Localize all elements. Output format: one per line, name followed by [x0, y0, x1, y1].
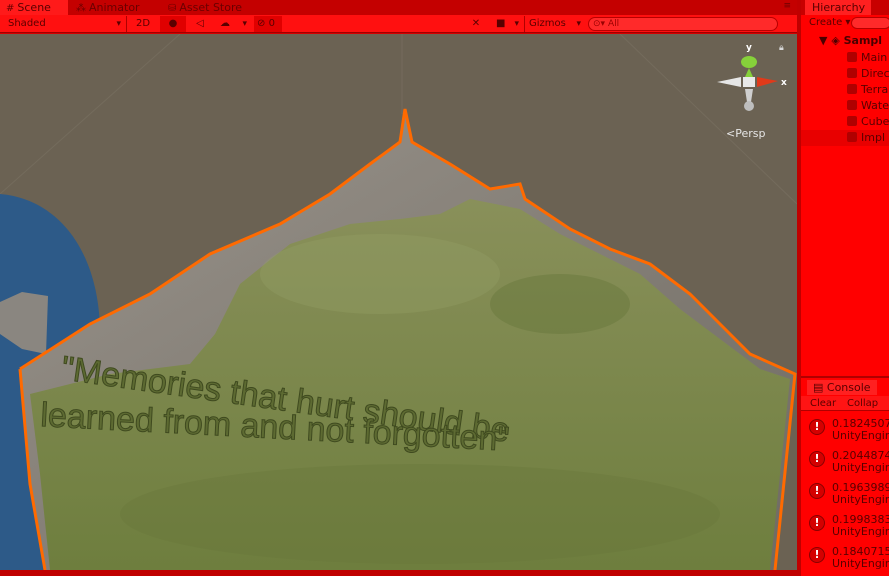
- toolbar-divider: [126, 16, 127, 32]
- scene-root-item[interactable]: ▼ ◈ Sampl: [819, 34, 882, 47]
- scene-search-input[interactable]: ⊙▾ All: [588, 17, 778, 31]
- error-icon: !: [809, 419, 825, 435]
- projection-toggle[interactable]: <Persp: [726, 127, 765, 140]
- error-icon: !: [809, 451, 825, 467]
- scene-window: #Scene ⁂Animator ⛁Asset Store ≡ Shaded 2…: [0, 0, 797, 576]
- effects-icon: ☁: [220, 18, 230, 29]
- hierarchy-item[interactable]: Main: [847, 50, 887, 66]
- collapse-button[interactable]: Collap: [847, 396, 878, 411]
- console-log-entry[interactable]: ! 0.1840715 UnityEngin: [801, 542, 889, 574]
- create-dropdown[interactable]: Create ▾: [809, 16, 850, 30]
- scene-render: "Memories that hurt should be learned fr…: [0, 34, 797, 570]
- gameobject-icon: [847, 84, 857, 94]
- lighting-toggle[interactable]: ●: [160, 16, 186, 32]
- tab-hierarchy[interactable]: ≡ Hierarchy: [805, 0, 872, 15]
- error-icon: !: [809, 483, 825, 499]
- gizmo-x-label: x: [781, 78, 787, 88]
- gameobject-icon: [847, 52, 857, 62]
- console-log-entry[interactable]: ! 0.1824507 UnityEngin: [801, 414, 889, 446]
- scene-tabbar: # Scene ⁂ Animator ⛁ Asset Store ≡: [0, 0, 797, 15]
- console-icon: ▤: [813, 381, 827, 394]
- gameobject-icon: [847, 100, 857, 110]
- hidden-eye-icon: ⊘: [257, 18, 266, 29]
- tab-animator[interactable]: ⁂ Animator: [70, 0, 160, 15]
- scene-toolbar: Shaded 2D ● ◁ ☁ ⊘ 0 ✕ ■ Gizmos ⊙▾ All: [0, 15, 797, 33]
- window-menu-icon[interactable]: ≡: [783, 1, 791, 11]
- unity-scene-icon: ◈: [831, 34, 840, 47]
- gizmo-neg-y-axis[interactable]: [745, 89, 753, 102]
- error-icon: !: [809, 515, 825, 531]
- console-toolbar: Clear Collap: [801, 396, 889, 411]
- hierarchy-item-selected[interactable]: Impl: [801, 130, 889, 146]
- effects-dropdown[interactable]: ☁: [214, 16, 250, 32]
- console-log-entry[interactable]: ! 0.2044874 UnityEngin: [801, 446, 889, 478]
- gizmos-dropdown[interactable]: Gizmos: [526, 16, 584, 32]
- hierarchy-panel: ≡ Hierarchy Create ▾ ▼ ◈ Sampl Main Dire…: [801, 0, 889, 376]
- hierarchy-item[interactable]: Wate: [847, 98, 889, 114]
- wrench-icon: ✕: [471, 18, 481, 29]
- hierarchy-search-input[interactable]: [851, 17, 889, 29]
- camera-dropdown[interactable]: ■: [492, 16, 522, 32]
- console-log-entry[interactable]: ! 0.1963989 UnityEngin: [801, 478, 889, 510]
- toggle-2d-button[interactable]: 2D: [130, 16, 156, 32]
- gizmo-neg-x-axis[interactable]: [717, 77, 741, 87]
- console-log-entry[interactable]: ! 0.1998383 UnityEngin: [801, 510, 889, 542]
- tab-console[interactable]: ▤ Console: [807, 380, 877, 395]
- draw-mode-dropdown[interactable]: Shaded: [2, 16, 124, 32]
- expand-arrow-icon: ▼: [819, 34, 828, 47]
- clear-button[interactable]: Clear: [810, 396, 836, 411]
- gameobject-icon: [847, 68, 857, 78]
- scene-viewport[interactable]: "Memories that hurt should be learned fr…: [0, 34, 797, 570]
- toolbar-divider: [524, 16, 525, 32]
- gizmo-y-label: y: [746, 43, 752, 53]
- hierarchy-item[interactable]: Cube: [847, 114, 889, 130]
- tools-button[interactable]: ✕: [467, 16, 485, 32]
- tab-asset-store[interactable]: ⛁ Asset Store: [162, 0, 262, 15]
- asset-store-icon: ⛁: [168, 3, 177, 14]
- gameobject-icon: [847, 132, 857, 142]
- scene-icon: #: [6, 3, 15, 14]
- console-panel: ▤ Console Clear Collap ! 0.1824507 Unity…: [801, 376, 889, 576]
- gizmo-y-axis[interactable]: [741, 56, 757, 68]
- animator-icon: ⁂: [76, 3, 86, 14]
- persp-icon: <: [726, 127, 736, 140]
- scene-bottom-border: [0, 570, 797, 576]
- hierarchy-item[interactable]: Terra: [847, 82, 888, 98]
- gizmo-center-cube[interactable]: [743, 77, 755, 87]
- hierarchy-item[interactable]: Direc: [847, 66, 889, 82]
- speaker-icon: ◁: [196, 18, 204, 29]
- lightbulb-icon: ●: [168, 18, 178, 29]
- lock-icon[interactable]: 🔒︎: [779, 43, 784, 53]
- error-icon: !: [809, 547, 825, 563]
- gameobject-icon: [847, 116, 857, 126]
- camera-icon: ■: [496, 18, 506, 29]
- search-icon: ⊙▾: [593, 19, 606, 29]
- audio-toggle[interactable]: ◁: [188, 16, 212, 32]
- hidden-objects-toggle[interactable]: ⊘ 0: [254, 16, 282, 32]
- gizmo-x-axis[interactable]: [757, 77, 778, 87]
- hierarchy-tabbar: ≡ Hierarchy: [801, 0, 889, 15]
- tab-scene[interactable]: # Scene: [0, 0, 68, 15]
